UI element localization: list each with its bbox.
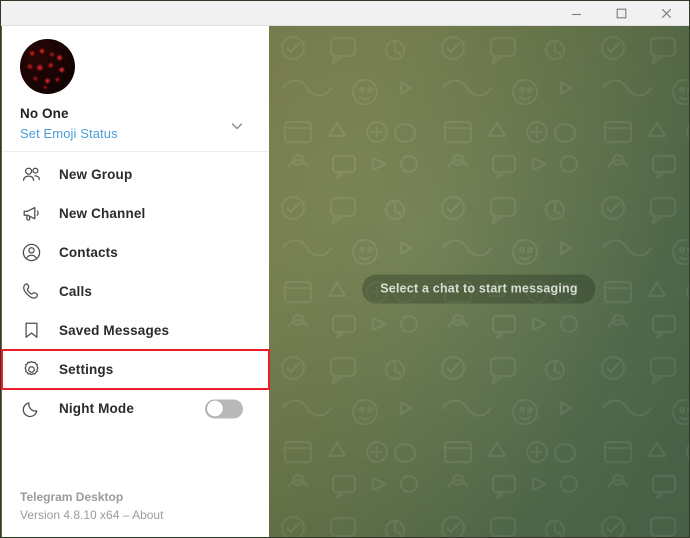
menu-item-label: Saved Messages [59, 323, 170, 338]
menu-item-saved-messages[interactable]: Saved Messages [2, 311, 269, 350]
megaphone-icon [18, 201, 44, 227]
maximize-icon [616, 8, 627, 19]
menu-list: New Group New Channel Contacts Calls Sav… [1, 152, 270, 428]
menu-item-label: New Channel [59, 206, 146, 221]
telegram-desktop-window: No One Set Emoji Status New Group New Ch… [0, 0, 690, 538]
app-name-label: Telegram Desktop [20, 490, 124, 504]
version-about-link[interactable]: Version 4.8.10 x64 – About [20, 508, 163, 522]
minimize-button[interactable] [554, 1, 599, 25]
menu-item-night-mode[interactable]: Night Mode [2, 389, 269, 428]
menu-item-label: Settings [59, 362, 114, 377]
avatar[interactable] [20, 39, 75, 94]
profile-name: No One [20, 106, 69, 121]
gear-icon [18, 357, 44, 383]
contact-circle-icon [18, 240, 44, 266]
menu-item-new-channel[interactable]: New Channel [2, 194, 269, 233]
set-emoji-status-link[interactable]: Set Emoji Status [20, 126, 118, 141]
chat-pane: Select a chat to start messaging [269, 26, 689, 537]
toggle-knob [206, 400, 223, 417]
menu-item-label: New Group [59, 167, 133, 182]
close-icon [661, 8, 672, 19]
profile-section[interactable]: No One Set Emoji Status [2, 26, 269, 152]
bookmark-icon [18, 318, 44, 344]
phone-icon [18, 279, 44, 305]
empty-chat-placeholder: Select a chat to start messaging [362, 274, 596, 304]
users-icon [18, 162, 44, 188]
maximize-button[interactable] [599, 1, 644, 25]
menu-item-new-group[interactable]: New Group [2, 155, 269, 194]
main-menu-sidebar: No One Set Emoji Status New Group New Ch… [1, 26, 270, 537]
user-avatar [20, 39, 75, 94]
chevron-down-icon[interactable] [227, 116, 247, 136]
moon-icon [18, 396, 44, 422]
menu-item-contacts[interactable]: Contacts [2, 233, 269, 272]
menu-item-calls[interactable]: Calls [2, 272, 269, 311]
sidebar-footer: Telegram Desktop Version 4.8.10 x64 – Ab… [20, 490, 163, 522]
menu-item-label: Contacts [59, 245, 118, 260]
title-bar [1, 1, 689, 26]
menu-item-label: Calls [59, 284, 93, 299]
night-mode-toggle[interactable] [205, 399, 243, 418]
menu-item-label: Night Mode [59, 401, 134, 416]
minimize-icon [571, 8, 582, 19]
close-button[interactable] [644, 1, 689, 25]
menu-item-settings[interactable]: Settings [1, 349, 270, 390]
